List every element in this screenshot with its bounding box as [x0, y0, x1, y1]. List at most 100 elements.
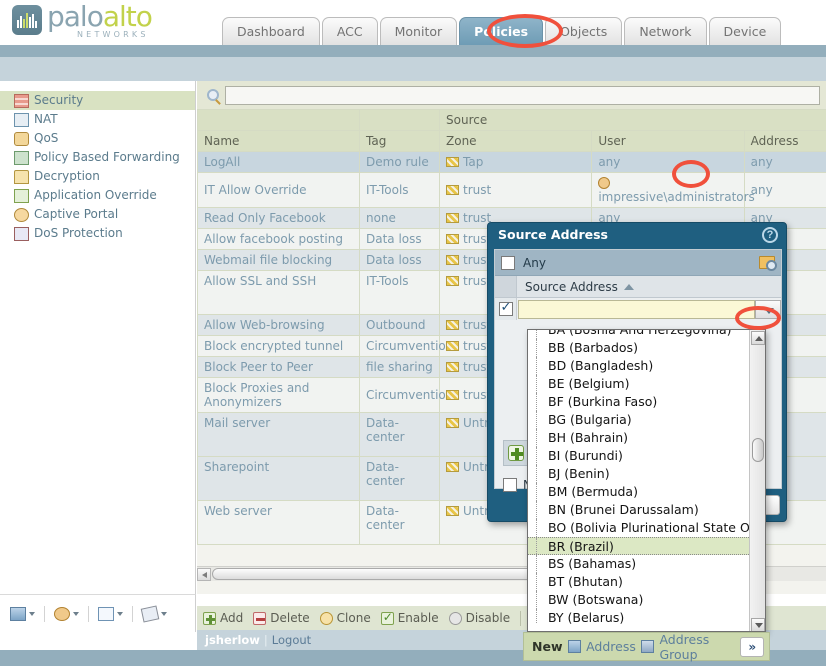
zone-icon [446, 320, 459, 330]
dropdown-item[interactable]: BG (Bulgaria) [528, 411, 751, 429]
tab-policies[interactable]: Policies [459, 17, 544, 45]
any-checkbox[interactable] [501, 255, 515, 270]
cell-name: Sharepoint [197, 456, 360, 501]
dropdown-item[interactable]: BO (Bolivia Plurinational State Of) [528, 519, 751, 537]
footer-separator: | [263, 633, 268, 647]
tab-dashboard[interactable]: Dashboard [222, 17, 320, 45]
enable-icon [380, 610, 394, 625]
search-icon[interactable] [207, 89, 219, 101]
cell-name-text: Allow Web-browsing [204, 318, 325, 332]
column-header-name[interactable]: Name [197, 130, 360, 152]
sort-ascending-icon[interactable] [623, 283, 634, 290]
dropdown-item[interactable]: BY (Belarus) [528, 609, 751, 624]
table-row[interactable]: IT Allow Override IT-Tools trust impressive… [197, 172, 826, 208]
table-row[interactable]: LogAllDemo ruleTapanyanyany [197, 151, 826, 173]
zone-icon [446, 341, 459, 351]
dropdown-item[interactable]: BT (Bhutan) [528, 573, 751, 591]
dropdown-item[interactable]: BA (Bosnia And Herzegovina) [528, 330, 751, 339]
cell-name-text: Allow SSL and SSH [204, 274, 317, 288]
source-address-input[interactable] [518, 299, 755, 319]
main-tabs: Dashboard ACC Monitor Policies Objects Networ… [222, 17, 782, 45]
device-dropdown[interactable] [10, 606, 35, 621]
scroll-left-arrow-icon[interactable] [197, 567, 211, 581]
cell-name-text: Web server [204, 504, 272, 518]
user-dropdown[interactable] [54, 606, 79, 621]
dropdown-item[interactable]: BS (Bahamas) [528, 555, 751, 573]
table-column-header-row: NameTagZoneUserAddressHIP Pr [197, 130, 826, 152]
dropdown-item[interactable]: BJ (Benin) [528, 465, 751, 483]
dropdown-item[interactable]: BE (Belgium) [528, 375, 751, 393]
cell-name-text: Mail server [204, 416, 271, 430]
action-clone[interactable]: Clone [319, 611, 371, 625]
sidebar-item-qos[interactable]: QoS [0, 129, 195, 148]
action-disable[interactable]: Disable [448, 611, 510, 625]
tab-acc[interactable]: ACC [321, 17, 378, 45]
action-enable[interactable]: Enable [380, 610, 439, 625]
column-header-user[interactable]: User [591, 130, 745, 152]
scroll-up-arrow-icon[interactable] [751, 331, 765, 345]
source-address-column-header[interactable]: Source Address [495, 276, 781, 298]
qos-icon [14, 131, 29, 146]
any-row: Any [495, 250, 781, 276]
address-dropdown-list[interactable]: BA (Bosnia And Herzegovina) BB (Barbados)… [527, 329, 766, 632]
dropdown-scroll-thumb[interactable] [752, 438, 764, 462]
zone-icon [446, 157, 459, 167]
zone-icon [446, 462, 459, 472]
more-options-button[interactable]: » [740, 636, 765, 657]
logout-link[interactable]: Logout [272, 633, 311, 647]
column-header-tag[interactable]: Tag [359, 130, 440, 152]
sidebar-item-application-override[interactable]: Application Override [0, 186, 195, 205]
search-input[interactable] [225, 85, 820, 105]
group-blank-name [197, 109, 360, 131]
action-label: Clone [336, 611, 371, 625]
action-add[interactable]: Add [203, 611, 243, 625]
dropdown-item[interactable]: BF (Burkina Faso) [528, 393, 751, 411]
add-address-button[interactable] [503, 440, 529, 466]
sidebar-item-captive-portal[interactable]: Captive Portal [0, 205, 195, 224]
chevron-down-icon [29, 611, 35, 616]
folder-search-icon[interactable] [759, 256, 777, 271]
dropdown-item[interactable]: BW (Botswana) [528, 591, 751, 609]
cell-zone-text: trust [463, 183, 492, 197]
group-header-source: Source [439, 109, 826, 131]
dropdown-item[interactable]: BN (Brunei Darussalam) [528, 501, 751, 519]
tab-objects[interactable]: Objects [545, 17, 623, 45]
tab-device[interactable]: Device [708, 17, 782, 45]
sidebar-item-policy-based-forwarding[interactable]: Policy Based Forwarding [0, 148, 195, 167]
logo-text: paloalto [47, 2, 153, 32]
cell-tag-text: Data loss [366, 253, 422, 267]
tools-dropdown[interactable] [140, 604, 167, 623]
scroll-down-arrow-icon[interactable] [751, 618, 765, 631]
cell-tag-text: Data-center [366, 460, 405, 488]
tab-network[interactable]: Network [624, 17, 707, 45]
negate-checkbox[interactable] [503, 478, 517, 492]
tab-monitor[interactable]: Monitor [379, 17, 458, 45]
dropdown-item[interactable]: BI (Burundi) [528, 447, 751, 465]
sidebar-bottom-toolbar [0, 594, 196, 632]
table-head: Source NameTagZoneUserAddressHIP Pr [197, 109, 826, 152]
dropdown-item[interactable]: BM (Bermuda) [528, 483, 751, 501]
cell-tag: Data loss [359, 228, 440, 250]
column-header-address[interactable]: Address [743, 130, 826, 152]
cell-name-text: Block Peer to Peer [204, 360, 313, 374]
sidebar-item-nat[interactable]: NAT [0, 110, 195, 129]
dropdown-item[interactable]: BR (Brazil) [528, 537, 751, 556]
sidebar-item-dos-protection[interactable]: DoS Protection [0, 224, 195, 243]
sidebar-item-decryption[interactable]: Decryption [0, 167, 195, 186]
edit-dropdown[interactable] [98, 606, 123, 621]
dropdown-item[interactable]: BD (Bangladesh) [528, 357, 751, 375]
help-icon[interactable]: ? [762, 227, 778, 243]
dropdown-item[interactable]: BB (Barbados) [528, 339, 751, 357]
new-address-link[interactable]: Address [586, 639, 636, 654]
dropdown-scrollbar[interactable] [749, 330, 765, 631]
cell-tag: none [359, 207, 440, 229]
row-checkbox[interactable] [498, 299, 513, 316]
column-header-zone[interactable]: Zone [438, 130, 593, 152]
sidebar-item-security[interactable]: Security [0, 91, 195, 110]
zone-icon [446, 213, 459, 223]
cell-name: Allow SSL and SSH [197, 270, 360, 315]
dropdown-item[interactable]: BH (Bahrain) [528, 429, 751, 447]
action-delete[interactable]: Delete [253, 611, 310, 625]
chevron-down-icon[interactable] [755, 299, 781, 319]
new-address-group-link[interactable]: Address Group [659, 632, 735, 662]
